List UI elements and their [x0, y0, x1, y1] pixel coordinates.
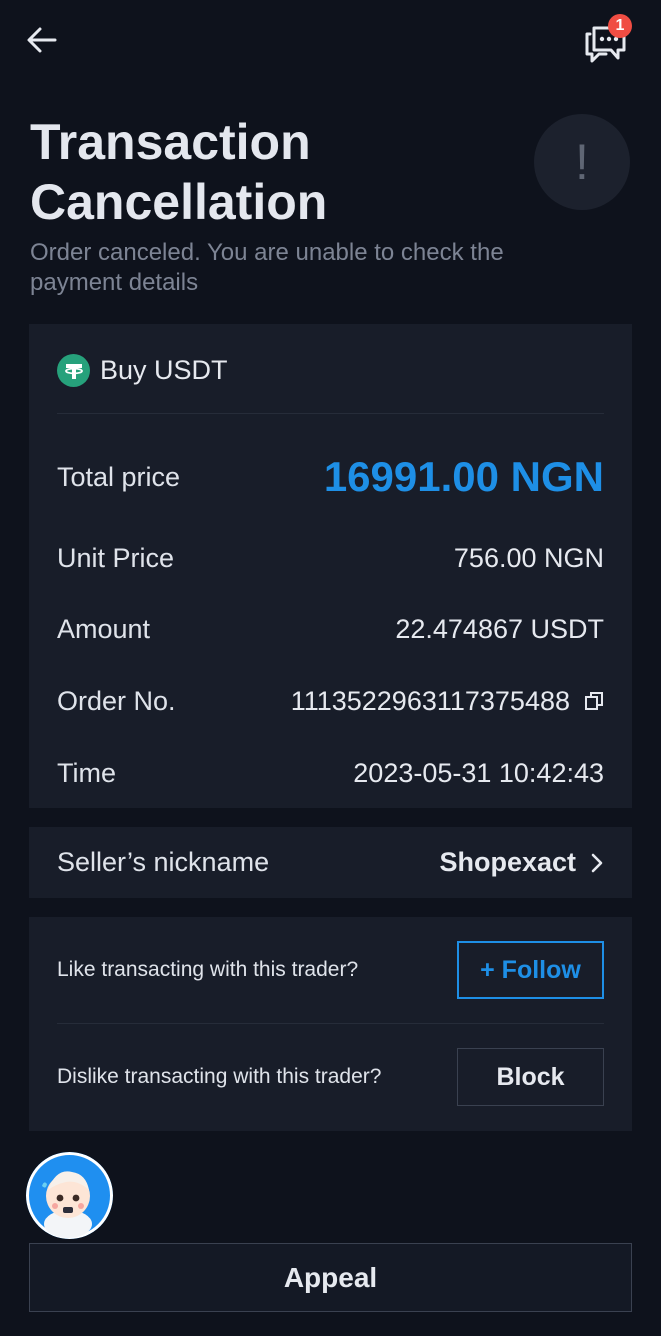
time-label: Time — [57, 757, 116, 788]
chat-button[interactable]: 1 — [580, 14, 636, 64]
page-title: Transaction Cancellation — [30, 114, 328, 230]
seller-nickname-row[interactable]: Seller’s nickname Shopexact — [57, 827, 604, 898]
status-symbol: ! — [575, 134, 589, 190]
order-no-label: Order No. — [57, 685, 176, 716]
order-heading: Buy USDT — [57, 354, 228, 387]
tether-icon — [57, 354, 90, 387]
chevron-right-icon — [591, 853, 603, 872]
time-value: 2023-05-31 10:42:43 — [353, 757, 604, 788]
block-row: Dislike transacting with this trader? Bl… — [57, 1048, 604, 1106]
mascot-icon — [26, 1152, 113, 1239]
block-button[interactable]: Block — [457, 1048, 604, 1106]
order-cancel-page: 1 Transaction Cancellation Order cancele… — [0, 0, 661, 1336]
follow-row: Like transacting with this trader? + Fol… — [57, 941, 604, 999]
follow-button[interactable]: + Follow — [457, 941, 604, 999]
order-details-card: Buy USDT Total price 16991.00 NGN Unit P… — [29, 324, 632, 808]
total-price-label: Total price — [57, 461, 181, 492]
amount-row: Amount 22.474867 USDT — [57, 607, 604, 651]
amount-label: Amount — [57, 613, 151, 644]
back-button[interactable] — [22, 20, 62, 60]
divider — [57, 413, 604, 414]
order-no-group: 1113522963117375488 — [291, 686, 604, 717]
divider — [57, 1023, 604, 1024]
exclamation-icon: ! — [534, 114, 630, 210]
like-question: Like transacting with this trader? — [57, 958, 359, 981]
arrow-left-icon — [27, 27, 57, 53]
unit-price-value: 756.00 NGN — [453, 542, 604, 573]
support-avatar[interactable] — [26, 1152, 113, 1239]
dislike-question: Dislike transacting with this trader? — [57, 1065, 382, 1088]
total-price-value: 16991.00 NGN — [323, 453, 604, 500]
order-no-value: 1113522963117375488 — [290, 685, 570, 716]
order-no-row: Order No. 1113522963117375488 — [57, 679, 604, 723]
page-subtitle: Order canceled. You are unable to check … — [30, 239, 504, 296]
time-row: Time 2023-05-31 10:42:43 — [57, 751, 604, 795]
appeal-button[interactable]: Appeal — [29, 1243, 632, 1312]
unit-price-row: Unit Price 756.00 NGN — [57, 536, 604, 580]
seller-nickname-group: Shopexact — [439, 847, 604, 878]
chat-unread-badge: 1 — [608, 14, 632, 38]
trader-feedback-card: Like transacting with this trader? + Fol… — [29, 917, 632, 1131]
copy-icon[interactable] — [584, 691, 604, 711]
seller-nickname-label: Seller’s nickname — [57, 847, 270, 877]
amount-value: 22.474867 USDT — [395, 613, 604, 644]
seller-nickname-value: Shopexact — [439, 847, 576, 877]
total-price-row: Total price 16991.00 NGN — [57, 449, 604, 505]
seller-card: Seller’s nickname Shopexact — [29, 827, 632, 898]
unit-price-label: Unit Price — [57, 542, 175, 573]
order-side-label: Buy USDT — [100, 355, 228, 385]
